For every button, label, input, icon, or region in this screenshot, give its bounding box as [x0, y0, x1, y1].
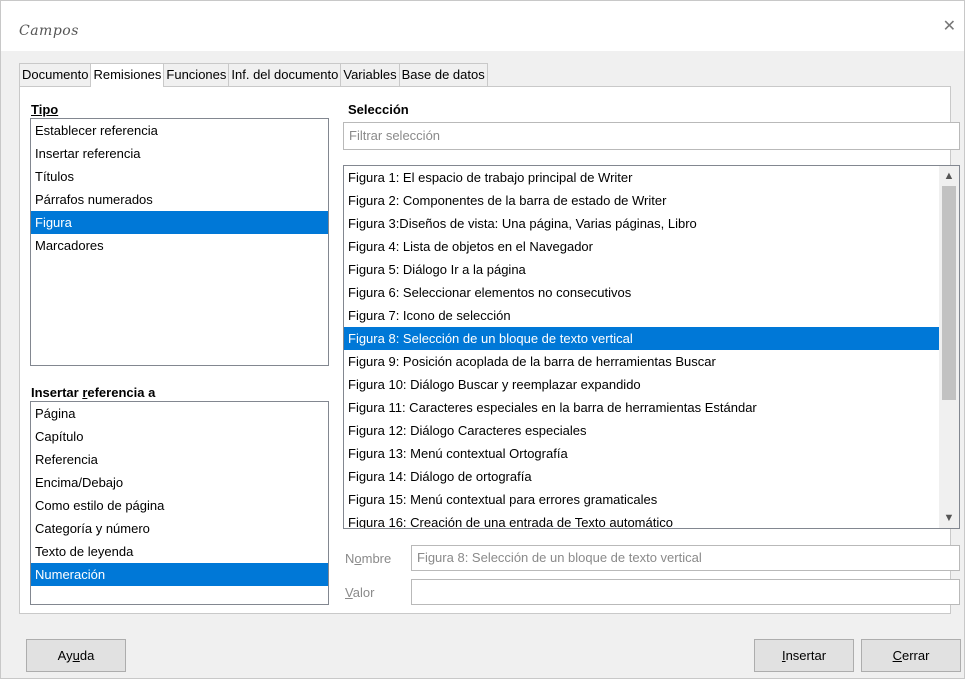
nombre-label: Nombre	[345, 551, 392, 566]
seleccion-scrollbar[interactable]: ▲ ▼	[939, 166, 959, 528]
scrollbar-thumb[interactable]	[942, 186, 956, 400]
insertar-item-numeracion[interactable]: Numeración	[31, 563, 328, 586]
seleccion-item[interactable]: Figura 14: Diálogo de ortografía	[344, 465, 939, 488]
insertar-item-categoria-y-numero[interactable]: Categoría y número	[31, 517, 328, 540]
tipo-item-titulos[interactable]: Títulos	[31, 165, 328, 188]
seleccion-item[interactable]: Figura 7: Icono de selección	[344, 304, 939, 327]
tipo-item-marcadores[interactable]: Marcadores	[31, 234, 328, 257]
seleccion-item[interactable]: Figura 13: Menú contextual Ortografía	[344, 442, 939, 465]
campos-dialog: Campos ✕ Documento Remisiones Funciones …	[0, 0, 965, 679]
tipo-item-insertar-referencia[interactable]: Insertar referencia	[31, 142, 328, 165]
close-icon[interactable]: ✕	[943, 19, 956, 35]
seleccion-item[interactable]: Figura 12: Diálogo Caracteres especiales	[344, 419, 939, 442]
tab-base-de-datos[interactable]: Base de datos	[398, 63, 488, 86]
ayuda-button[interactable]: Ayuda	[26, 639, 126, 672]
insertar-item-capitulo[interactable]: Capítulo	[31, 425, 328, 448]
seleccion-item[interactable]: Figura 5: Diálogo Ir a la página	[344, 258, 939, 281]
tipo-item-figura[interactable]: Figura	[31, 211, 328, 234]
dialog-title: Campos	[19, 23, 79, 39]
seleccion-item[interactable]: Figura 9: Posición acoplada de la barra …	[344, 350, 939, 373]
tab-documento[interactable]: Documento	[19, 63, 92, 86]
seleccion-list[interactable]: Figura 1: El espacio de trabajo principa…	[343, 165, 960, 529]
scroll-down-icon[interactable]: ▼	[939, 509, 959, 527]
seleccion-item[interactable]: Figura 4: Lista de objetos en el Navegad…	[344, 235, 939, 258]
seleccion-item[interactable]: Figura 16: Creación de una entrada de Te…	[344, 511, 939, 528]
seleccion-item[interactable]: Figura 15: Menú contextual para errores …	[344, 488, 939, 511]
tab-bar: Documento Remisiones Funciones Inf. del …	[19, 63, 488, 87]
insertar-referencia-label: Insertar referencia a	[31, 385, 156, 400]
tab-remisiones[interactable]: Remisiones	[90, 63, 165, 87]
insertar-item-pagina[interactable]: Página	[31, 402, 328, 425]
tab-variables[interactable]: Variables	[340, 63, 400, 86]
seleccion-item[interactable]: Figura 10: Diálogo Buscar y reemplazar e…	[344, 373, 939, 396]
valor-label: Valor	[345, 585, 375, 600]
seleccion-item[interactable]: Figura 11: Caracteres especiales en la b…	[344, 396, 939, 419]
tab-funciones[interactable]: Funciones	[163, 63, 230, 86]
insertar-referencia-list[interactable]: Página Capítulo Referencia Encima/Debajo…	[30, 401, 329, 605]
seleccion-item[interactable]: Figura 2: Componentes de la barra de est…	[344, 189, 939, 212]
insertar-item-referencia[interactable]: Referencia	[31, 448, 328, 471]
title-bar: Campos ✕	[1, 1, 964, 51]
tipo-list[interactable]: Establecer referencia Insertar referenci…	[30, 118, 329, 366]
insertar-item-como-estilo-de-pagina[interactable]: Como estilo de página	[31, 494, 328, 517]
insertar-button[interactable]: Insertar	[754, 639, 854, 672]
cerrar-button[interactable]: Cerrar	[861, 639, 961, 672]
tab-inf-del-documento[interactable]: Inf. del documento	[228, 63, 342, 86]
scroll-up-icon[interactable]: ▲	[939, 167, 959, 185]
valor-field[interactable]	[411, 579, 960, 605]
seleccion-item[interactable]: Figura 6: Seleccionar elementos no conse…	[344, 281, 939, 304]
insertar-item-texto-de-leyenda[interactable]: Texto de leyenda	[31, 540, 328, 563]
tipo-item-establecer-referencia[interactable]: Establecer referencia	[31, 119, 328, 142]
nombre-field[interactable]: Figura 8: Selección de un bloque de text…	[411, 545, 960, 571]
tipo-label: Tipo	[31, 102, 59, 117]
filtrar-seleccion-input[interactable]: Filtrar selección	[343, 122, 960, 150]
seleccion-item-selected[interactable]: Figura 8: Selección de un bloque de text…	[344, 327, 939, 350]
seleccion-label: Selección	[348, 102, 409, 117]
insertar-item-encima-debajo[interactable]: Encima/Debajo	[31, 471, 328, 494]
seleccion-item[interactable]: Figura 1: El espacio de trabajo principa…	[344, 166, 939, 189]
tipo-item-parrafos-numerados[interactable]: Párrafos numerados	[31, 188, 328, 211]
seleccion-item[interactable]: Figura 3:Diseños de vista: Una página, V…	[344, 212, 939, 235]
